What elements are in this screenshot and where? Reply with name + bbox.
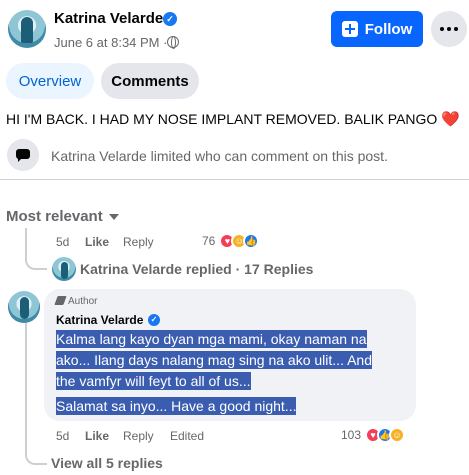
view-all-replies-button[interactable]: View all 5 replies bbox=[51, 455, 163, 471]
reaction-count: 76 bbox=[202, 234, 216, 248]
verified-badge-icon: ✓ bbox=[163, 12, 177, 26]
reply-button[interactable]: Reply bbox=[123, 429, 154, 443]
author-badge-label: Author bbox=[68, 296, 98, 307]
reply-button[interactable]: Reply bbox=[123, 235, 154, 249]
comment-text: Kalma lang kayo dyan mga mami, okay nama… bbox=[56, 330, 372, 390]
comment-age[interactable]: 5d bbox=[56, 235, 69, 249]
dot-icon bbox=[440, 27, 444, 31]
thread-connector bbox=[25, 445, 47, 465]
pen-icon bbox=[54, 296, 67, 305]
more-options-button[interactable] bbox=[431, 11, 467, 47]
comment-text: Salamat sa inyo... Have a good night... bbox=[56, 397, 297, 415]
post-date[interactable]: June 6 at 8:34 PM bbox=[54, 35, 160, 50]
tab-overview[interactable]: Overview bbox=[6, 63, 94, 99]
author-name[interactable]: Katrina Velarde bbox=[54, 10, 163, 27]
dot-icon bbox=[447, 27, 451, 31]
reply-avatar bbox=[52, 257, 76, 281]
sort-label: Most relevant bbox=[6, 208, 103, 225]
follow-label: Follow bbox=[364, 20, 413, 38]
comment-age[interactable]: 5d bbox=[56, 429, 69, 443]
like-button[interactable]: Like bbox=[85, 429, 109, 443]
chevron-down-icon bbox=[108, 214, 119, 221]
edited-label[interactable]: Edited bbox=[170, 429, 204, 443]
like-reaction-icon: 👍 bbox=[243, 233, 260, 249]
like-button[interactable]: Like bbox=[85, 235, 109, 249]
heart-emoji: ❤️ bbox=[441, 111, 460, 128]
tab-comments[interactable]: Comments bbox=[101, 63, 199, 99]
follow-button[interactable]: Follow bbox=[331, 11, 423, 47]
replies-summary[interactable]: Katrina Velarde replied · 17 Replies bbox=[80, 261, 313, 277]
post-header: Katrina Velarde ✓ June 6 at 8:34 PM · Fo… bbox=[0, 0, 469, 60]
sort-dropdown[interactable]: Most relevant bbox=[6, 208, 119, 225]
post-text: HI I'M BACK. I HAD MY NOSE IMPLANT REMOV… bbox=[6, 110, 460, 128]
reaction-count: 103 bbox=[341, 428, 362, 442]
comment-bubble-icon bbox=[7, 139, 39, 171]
author-avatar[interactable] bbox=[8, 10, 46, 48]
care-reaction-icon: ☺ bbox=[389, 427, 406, 443]
commenter-name[interactable]: Katrina Velarde bbox=[56, 313, 143, 327]
comment-limit-text: Katrina Velarde limited who can comment … bbox=[51, 148, 388, 164]
verified-badge-icon: ✓ bbox=[148, 314, 160, 326]
comment-paragraph: Salamat sa inyo... Have a good night... bbox=[56, 396, 392, 417]
globe-icon bbox=[167, 36, 179, 49]
reaction-summary[interactable]: 103 ♥ 👍 ☺ bbox=[341, 427, 406, 443]
follow-plus-icon bbox=[341, 21, 358, 37]
dot-icon bbox=[454, 27, 458, 31]
comment-paragraph: Kalma lang kayo dyan mga mami, okay nama… bbox=[56, 329, 392, 392]
post-meta: June 6 at 8:34 PM · bbox=[54, 35, 167, 50]
thread-line bbox=[25, 322, 27, 450]
thread-connector bbox=[25, 250, 47, 270]
comment-actions: 5d Like Reply Edited bbox=[56, 429, 256, 445]
commenter-avatar[interactable] bbox=[8, 291, 40, 323]
post-body: HI I'M BACK. I HAD MY NOSE IMPLANT REMOV… bbox=[6, 111, 438, 127]
author-badge: Author bbox=[54, 296, 98, 307]
reaction-summary[interactable]: 76 ♥ ☺ 👍 bbox=[202, 233, 260, 249]
